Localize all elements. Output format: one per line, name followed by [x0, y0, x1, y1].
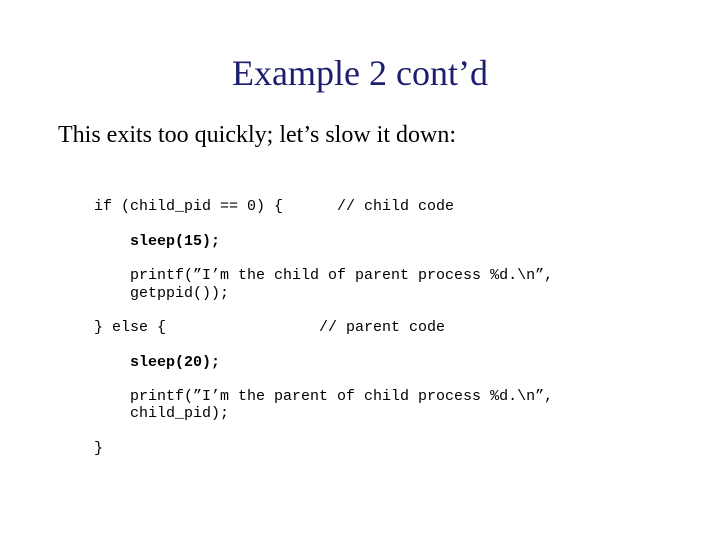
- code-line-if: if (child_pid == 0) { // child code: [94, 198, 454, 215]
- code-else: } else {: [94, 319, 166, 336]
- code-block: if (child_pid == 0) { // child code slee…: [0, 149, 720, 474]
- code-line-sleep20: sleep(20);: [94, 354, 220, 371]
- code-line-printf-child: printf(”I’m the child of parent process …: [94, 267, 553, 301]
- code-line-printf-parent: printf(”I’m the parent of child process …: [94, 388, 553, 422]
- code-comment-parent: // parent code: [166, 319, 445, 336]
- code-line-else: } else { // parent code: [94, 319, 445, 336]
- code-comment-child: // child code: [283, 198, 454, 215]
- code-line-endbrace: }: [94, 440, 103, 457]
- code-line-sleep15: sleep(15);: [94, 233, 220, 250]
- code-if: if (child_pid == 0) {: [94, 198, 283, 215]
- slide-subtitle: This exits too quickly; let’s slow it do…: [0, 94, 720, 149]
- slide: Example 2 cont’d This exits too quickly;…: [0, 0, 720, 540]
- slide-title: Example 2 cont’d: [0, 0, 720, 94]
